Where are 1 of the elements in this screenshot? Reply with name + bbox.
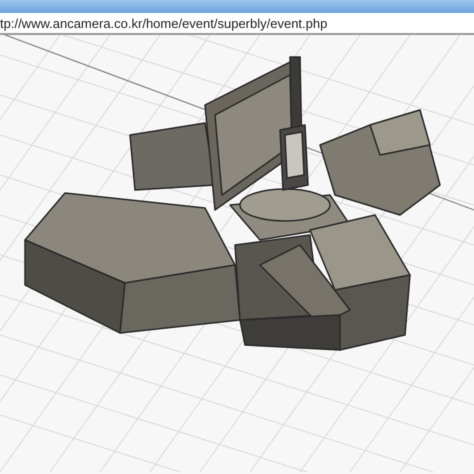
url-text: tp://www.ancamera.co.kr/home/event/superbly/event.php [0, 16, 328, 30]
